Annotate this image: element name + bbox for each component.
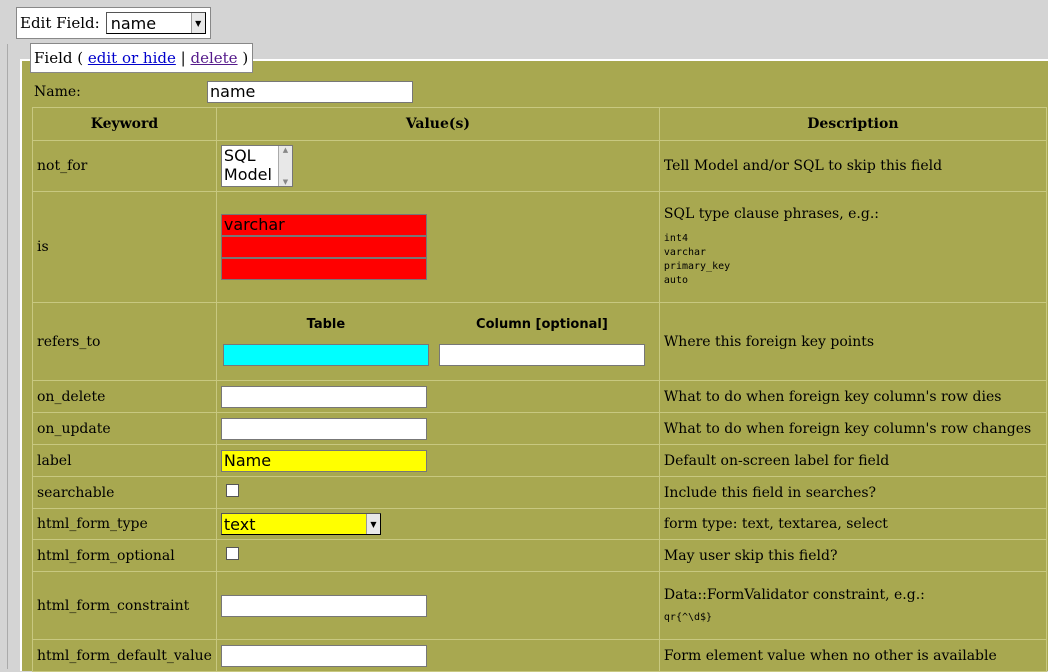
description-cell: Form element value when no other is avai… (658, 639, 1047, 672)
value-cell: Table Column [optional] (215, 302, 660, 381)
keyword-cell: html_form_type (32, 508, 217, 540)
table-row-html-form-constraint: html_form_constraint Data::FormValidator… (32, 571, 1047, 640)
html-form-type-value: text (223, 514, 256, 534)
legend-prefix: Field ( (34, 49, 84, 67)
html-form-type-select[interactable]: text ▼ (220, 513, 381, 535)
table-row-searchable: searchable Include this field in searche… (32, 476, 1047, 509)
delete-link[interactable]: delete (191, 49, 238, 67)
legend-suffix: ) (242, 49, 249, 67)
description-cell: form type: text, textarea, select (658, 508, 1047, 540)
name-input[interactable]: name (207, 81, 413, 103)
edit-or-hide-link[interactable]: edit or hide (88, 49, 176, 67)
description-cell: Include this field in searches? (658, 476, 1047, 509)
table-row-is: is varchar SQL type clause phrases, e.g.… (32, 191, 1047, 303)
table-row-label: label Name Default on-screen label for f… (32, 444, 1047, 477)
is-example-auto: auto (663, 275, 688, 286)
table-row-on-delete: on_delete What to do when foreign key co… (32, 380, 1047, 413)
keyword-cell: on_delete (32, 380, 217, 413)
chevron-down-icon[interactable]: ▼ (365, 514, 380, 534)
html-form-constraint-input[interactable] (220, 594, 427, 617)
table-row-html-form-default-value: html_form_default_value Form element val… (32, 639, 1047, 672)
refers-to-column-input[interactable] (438, 344, 645, 366)
description-cell: SQL type clause phrases, e.g.: int4 varc… (658, 191, 1047, 303)
table-row-refers-to: refers_to Table Column [optional] Where … (32, 302, 1047, 381)
description-header: Description (658, 107, 1047, 141)
html-form-default-value-input[interactable] (220, 644, 427, 667)
value-cell: SQL Model ▲ ▼ (215, 140, 660, 192)
field-legend: Field ( edit or hide | delete ) (30, 43, 254, 73)
edit-field-label: Edit Field: (20, 14, 100, 32)
is-input-3[interactable] (220, 258, 427, 280)
name-row: Name: (34, 80, 81, 104)
keyword-header: Keyword (32, 107, 217, 141)
edit-field-box: Edit Field: name ▼ (16, 7, 211, 39)
table-row-html-form-optional: html_form_optional May user skip this fi… (32, 539, 1047, 572)
on-update-input[interactable] (220, 417, 427, 440)
table-row-html-form-type: html_form_type text ▼ form type: text, t… (32, 508, 1047, 540)
is-example-varchar: varchar (663, 247, 707, 258)
keyword-cell: html_form_constraint (32, 571, 217, 640)
name-label: Name: (34, 84, 81, 100)
values-header: Value(s) (215, 107, 660, 141)
on-delete-input[interactable] (220, 385, 427, 408)
refers-to-table-header: Table (306, 317, 346, 332)
is-description: SQL type clause phrases, e.g.: (663, 206, 879, 222)
keyword-cell: refers_to (32, 302, 217, 381)
table-row-not-for: not_for SQL Model ▲ ▼ Tell Model and/or S… (32, 140, 1047, 192)
edit-field-select[interactable]: name ▼ (105, 12, 206, 34)
listbox-scrollbar[interactable]: ▲ ▼ (277, 146, 292, 186)
value-cell (215, 639, 660, 672)
constraint-description: Data::FormValidator constraint, e.g.: (663, 586, 925, 603)
keyword-cell: label (32, 444, 217, 477)
value-cell: Name (215, 444, 660, 477)
value-cell (215, 539, 660, 572)
value-cell: text ▼ (215, 508, 660, 540)
refers-to-table-input[interactable] (222, 344, 429, 366)
keyword-cell: on_update (32, 412, 217, 445)
keyword-cell: html_form_optional (32, 539, 217, 572)
description-cell: Data::FormValidator constraint, e.g.: qr… (658, 571, 1047, 640)
constraint-example: qr{^\d$} (663, 611, 713, 623)
is-input-1[interactable]: varchar (220, 214, 427, 236)
value-cell: varchar (215, 191, 660, 303)
table-header-row: Keyword Value(s) Description (32, 107, 1047, 141)
description-cell: What to do when foreign key column's row… (658, 380, 1047, 413)
keyword-cell: html_form_default_value (32, 639, 217, 672)
keyword-cell: searchable (32, 476, 217, 509)
value-cell (215, 380, 660, 413)
description-cell: Default on-screen label for field (658, 444, 1047, 477)
value-cell (215, 571, 660, 640)
is-example-primary-key: primary_key (663, 261, 731, 272)
searchable-checkbox[interactable] (225, 484, 239, 497)
scroll-down-icon[interactable]: ▼ (283, 178, 288, 186)
is-example-int4: int4 (663, 233, 688, 244)
value-cell (215, 412, 660, 445)
description-cell: Where this foreign key points (658, 302, 1047, 381)
keyword-cell: not_for (32, 140, 217, 192)
is-input-2[interactable] (220, 236, 427, 258)
description-cell: What to do when foreign key column's row… (658, 412, 1047, 445)
description-cell: Tell Model and/or SQL to skip this field (658, 140, 1047, 192)
refers-to-column-header: Column [optional] (476, 317, 608, 332)
listbox-option-sql[interactable]: SQL (224, 146, 278, 165)
not-for-listbox[interactable]: SQL Model ▲ ▼ (220, 145, 293, 187)
html-form-optional-checkbox[interactable] (225, 547, 239, 560)
table-row-on-update: on_update What to do when foreign key co… (32, 412, 1047, 445)
chevron-down-icon[interactable]: ▼ (190, 13, 205, 33)
listbox-option-model[interactable]: Model (224, 165, 278, 184)
keyword-table: Keyword Value(s) Description not_for SQL… (32, 107, 1047, 672)
scroll-up-icon[interactable]: ▲ (283, 146, 288, 154)
label-input[interactable]: Name (220, 449, 427, 472)
keyword-cell: is (32, 191, 217, 303)
value-cell (215, 476, 660, 509)
edit-field-select-value: name (110, 13, 157, 33)
description-cell: May user skip this field? (658, 539, 1047, 572)
legend-separator: | (180, 49, 186, 67)
